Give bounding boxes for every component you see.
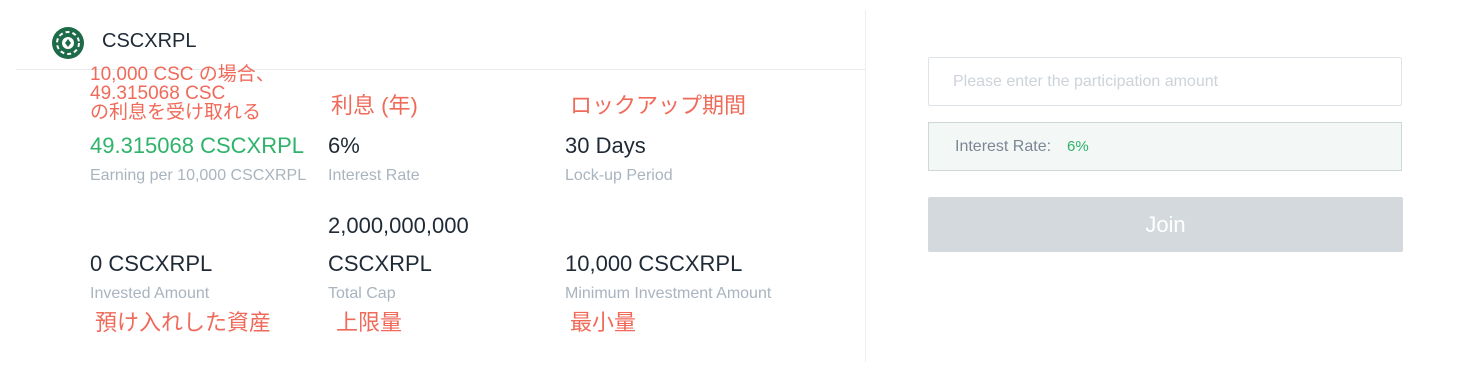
invested-annotation: 預け入れした資産	[95, 310, 272, 335]
total-cap-value-number: 2,000,000,000	[328, 213, 469, 238]
earning-annotation-line: 10,000 CSC の場合、	[90, 64, 275, 85]
minimum-investment-label: Minimum Investment Amount	[565, 285, 772, 302]
lockup-period-label: Lock-up Period	[565, 167, 673, 184]
lockup-period-value: 30 Days	[565, 133, 646, 158]
interest-rate-display: Interest Rate: 6%	[928, 122, 1402, 171]
earning-annotation-line: の利息を受け取れる	[90, 102, 262, 123]
earning-label: Earning per 10,000 CSCXRPL	[90, 167, 307, 184]
interest-rate-label: Interest Rate	[328, 167, 420, 184]
interest-annotation: 利息 (年)	[331, 93, 418, 118]
token-name: CSCXRPL	[102, 30, 197, 52]
staking-details-panel: CSCXRPL 10,000 CSC の場合、 49.315068 CSC の利…	[0, 0, 866, 372]
participation-amount-input[interactable]	[928, 57, 1402, 106]
interest-rate-display-label: Interest Rate:	[955, 137, 1052, 155]
join-button[interactable]: Join	[928, 197, 1403, 252]
total-cap-label: Total Cap	[328, 285, 396, 302]
total-cap-value-unit: CSCXRPL	[328, 251, 432, 276]
invested-amount-label: Invested Amount	[90, 285, 210, 302]
interest-rate-display-value: 6%	[1067, 138, 1089, 155]
participation-form-panel	[866, 0, 1483, 372]
earning-annotation: 10,000 CSC の場合、 49.315068 CSC の利息を受け取れる	[90, 65, 275, 122]
lockup-annotation: ロックアップ期間	[570, 93, 747, 118]
invested-amount-value: 0 CSCXRPL	[90, 251, 213, 276]
minimum-annotation: 最小量	[570, 310, 637, 335]
interest-rate-value: 6%	[328, 133, 360, 158]
earning-value: 49.315068 CSCXRPL	[90, 133, 305, 158]
minimum-investment-value: 10,000 CSCXRPL	[565, 251, 743, 276]
earning-annotation-line: 49.315068 CSC	[90, 83, 226, 104]
total-cap-annotation: 上限量	[336, 310, 403, 335]
poker-chip-icon	[52, 27, 84, 59]
